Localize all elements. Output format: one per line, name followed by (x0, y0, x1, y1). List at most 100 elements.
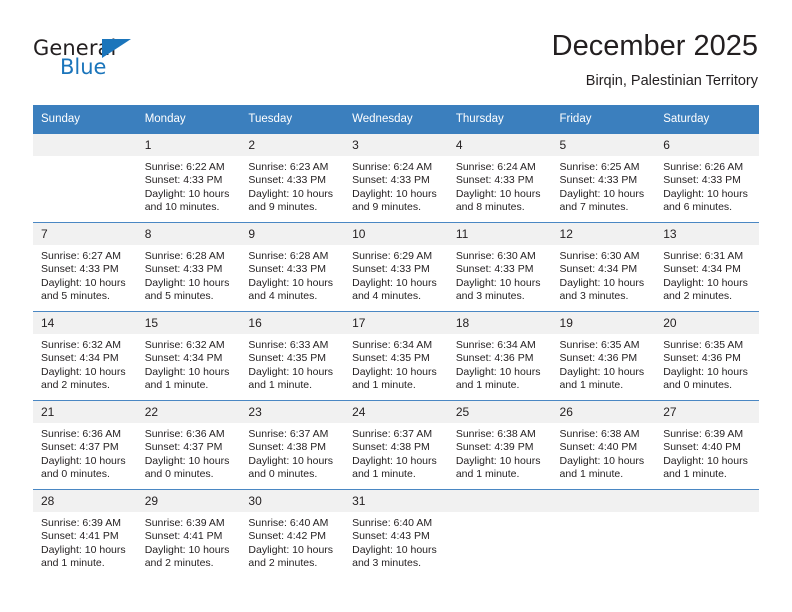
calendar-day-cell-empty (655, 489, 759, 578)
page-header: General Blue December 2025 Birqin, Pales… (0, 0, 792, 104)
calendar-day-cell[interactable]: 16 Sunrise: 6:33 AM Sunset: 4:35 PM Dayligh… (240, 311, 345, 401)
day-daylight-text: and 3 minutes. (559, 290, 629, 303)
day-daylight-text: Daylight: 10 hours (455, 365, 541, 378)
calendar-day-cell[interactable]: 11 Sunrise: 6:30 AM Sunset: 4:33 PM Dayligh… (447, 222, 552, 312)
day-box: 31 Sunrise: 6:40 AM Sunset: 4:43 PM Dayligh… (344, 490, 448, 578)
day-number: 28 (33, 490, 137, 512)
calendar-day-cell[interactable]: 27 Sunrise: 6:39 AM Sunset: 4:40 PM Dayligh… (655, 400, 759, 490)
day-daylight-text: and 1 minute. (663, 468, 727, 481)
weekday-header-thursday: Thursday (447, 105, 552, 134)
calendar-day-cell-empty (33, 134, 137, 223)
day-box: 26 Sunrise: 6:38 AM Sunset: 4:40 PM Dayligh… (551, 401, 656, 489)
day-sun-info: Sunrise: 6:26 AM Sunset: 4:33 PM Daylight:… (655, 156, 759, 215)
day-sunset-text: Sunset: 4:41 PM (41, 530, 119, 543)
day-sun-info: Sunrise: 6:37 AM Sunset: 4:38 PM Daylight:… (240, 423, 344, 482)
day-sun-info: Sunrise: 6:25 AM Sunset: 4:33 PM Daylight:… (552, 156, 656, 215)
day-sunrise-text: Sunrise: 6:30 AM (559, 250, 640, 262)
day-sunset-text: Sunset: 4:33 PM (144, 174, 223, 187)
day-daylight-text: Daylight: 10 hours (352, 454, 437, 467)
calendar-day-cell[interactable]: 8 Sunrise: 6:28 AM Sunset: 4:33 PM Daylight… (136, 222, 241, 312)
calendar-day-cell[interactable]: 21 Sunrise: 6:36 AM Sunset: 4:37 PM Dayligh… (33, 400, 137, 490)
day-box: 1 Sunrise: 6:22 AM Sunset: 4:33 PM Daylight… (136, 134, 241, 222)
day-number: 16 (240, 312, 345, 334)
day-box: 27 Sunrise: 6:39 AM Sunset: 4:40 PM Dayligh… (655, 401, 759, 489)
day-box: 14 Sunrise: 6:32 AM Sunset: 4:34 PM Dayligh… (33, 312, 137, 400)
calendar-day-cell[interactable]: 14 Sunrise: 6:32 AM Sunset: 4:34 PM Dayligh… (33, 311, 137, 401)
day-sun-info: Sunrise: 6:39 AM Sunset: 4:41 PM Daylight:… (33, 512, 137, 571)
day-daylight-text: and 1 minute. (352, 379, 416, 392)
day-sunrise-text: Sunrise: 6:39 AM (41, 517, 121, 529)
day-box: 7 Sunrise: 6:27 AM Sunset: 4:33 PM Daylight… (33, 223, 137, 311)
day-daylight-text: Daylight: 10 hours (144, 276, 230, 289)
calendar-day-cell[interactable]: 13 Sunrise: 6:31 AM Sunset: 4:34 PM Dayligh… (655, 222, 759, 312)
day-number: 7 (33, 223, 137, 245)
calendar-day-cell[interactable]: 15 Sunrise: 6:32 AM Sunset: 4:34 PM Dayligh… (136, 311, 241, 401)
day-daylight-text: and 9 minutes. (248, 201, 318, 214)
day-sun-info: Sunrise: 6:37 AM Sunset: 4:38 PM Daylight:… (344, 423, 448, 482)
day-box (551, 490, 656, 578)
calendar-day-cell[interactable]: 22 Sunrise: 6:36 AM Sunset: 4:37 PM Dayligh… (136, 400, 241, 490)
calendar-day-cell[interactable]: 31 Sunrise: 6:40 AM Sunset: 4:43 PM Dayligh… (344, 489, 448, 578)
day-sun-info: Sunrise: 6:29 AM Sunset: 4:33 PM Daylight:… (344, 245, 448, 304)
day-box: 17 Sunrise: 6:34 AM Sunset: 4:35 PM Dayligh… (344, 312, 448, 400)
calendar-day-cell[interactable]: 19 Sunrise: 6:35 AM Sunset: 4:36 PM Dayligh… (551, 311, 656, 401)
calendar-day-cell[interactable]: 2 Sunrise: 6:23 AM Sunset: 4:33 PM Daylight… (240, 134, 345, 223)
day-number: 5 (551, 134, 656, 156)
calendar-day-cell[interactable]: 10 Sunrise: 6:29 AM Sunset: 4:33 PM Dayligh… (344, 222, 448, 312)
day-box: 6 Sunrise: 6:26 AM Sunset: 4:33 PM Daylight… (655, 134, 759, 222)
day-daylight-text: and 1 minute. (248, 379, 313, 392)
sunrise-sunset-calendar: Sunday Monday Tuesday Wednesday Thursday Frid… (33, 105, 759, 578)
calendar-week-row: 21 Sunrise: 6:36 AM Sunset: 4:37 PM Dayligh… (33, 400, 759, 490)
day-daylight-text: Daylight: 10 hours (663, 454, 748, 467)
calendar-day-cell[interactable]: 24 Sunrise: 6:37 AM Sunset: 4:38 PM Dayligh… (344, 400, 448, 490)
calendar-week-row: 28 Sunrise: 6:39 AM Sunset: 4:41 PM Dayligh… (33, 489, 759, 578)
day-sunset-text: Sunset: 4:42 PM (248, 530, 327, 543)
day-sunrise-text: Sunrise: 6:40 AM (248, 517, 329, 529)
day-sun-info: Sunrise: 6:38 AM Sunset: 4:39 PM Daylight:… (448, 423, 552, 482)
day-daylight-text: and 0 minutes. (663, 379, 733, 392)
calendar-day-cell[interactable]: 12 Sunrise: 6:30 AM Sunset: 4:34 PM Dayligh… (551, 222, 656, 312)
calendar-day-cell[interactable]: 6 Sunrise: 6:26 AM Sunset: 4:33 PM Daylight… (655, 134, 759, 223)
day-box (33, 134, 137, 222)
general-blue-logo[interactable]: General Blue (33, 36, 193, 86)
day-sun-info: Sunrise: 6:35 AM Sunset: 4:36 PM Daylight:… (655, 334, 759, 393)
day-number: 15 (136, 312, 241, 334)
calendar-day-cell[interactable]: 1 Sunrise: 6:22 AM Sunset: 4:33 PM Daylight… (136, 134, 241, 223)
day-sunrise-text: Sunrise: 6:39 AM (144, 517, 225, 529)
calendar-day-cell[interactable]: 9 Sunrise: 6:28 AM Sunset: 4:33 PM Daylight… (240, 222, 345, 312)
day-sunrise-text: Sunrise: 6:26 AM (663, 161, 744, 173)
day-box: 4 Sunrise: 6:24 AM Sunset: 4:33 PM Daylight… (447, 134, 552, 222)
day-sunrise-text: Sunrise: 6:38 AM (455, 428, 536, 440)
day-number (33, 134, 137, 156)
calendar-day-cell[interactable]: 30 Sunrise: 6:40 AM Sunset: 4:42 PM Dayligh… (240, 489, 345, 578)
day-box: 13 Sunrise: 6:31 AM Sunset: 4:34 PM Dayligh… (655, 223, 759, 311)
day-number (447, 490, 552, 512)
day-sun-info: Sunrise: 6:39 AM Sunset: 4:40 PM Daylight:… (655, 423, 759, 482)
day-sunset-text: Sunset: 4:37 PM (144, 441, 223, 454)
day-sunrise-text: Sunrise: 6:38 AM (559, 428, 640, 440)
day-daylight-text: Daylight: 10 hours (352, 187, 437, 200)
calendar-day-cell[interactable]: 5 Sunrise: 6:25 AM Sunset: 4:33 PM Daylight… (551, 134, 656, 223)
calendar-day-cell[interactable]: 4 Sunrise: 6:24 AM Sunset: 4:33 PM Daylight… (447, 134, 552, 223)
calendar-week-row: 1 Sunrise: 6:22 AM Sunset: 4:33 PM Daylight… (33, 134, 759, 223)
calendar-day-cell[interactable]: 28 Sunrise: 6:39 AM Sunset: 4:41 PM Dayligh… (33, 489, 137, 578)
day-sun-info: Sunrise: 6:28 AM Sunset: 4:33 PM Daylight:… (137, 245, 241, 304)
calendar-day-cell[interactable]: 18 Sunrise: 6:34 AM Sunset: 4:36 PM Dayligh… (447, 311, 552, 401)
calendar-day-cell[interactable]: 7 Sunrise: 6:27 AM Sunset: 4:33 PM Daylight… (33, 222, 137, 312)
calendar-day-cell[interactable]: 17 Sunrise: 6:34 AM Sunset: 4:35 PM Dayligh… (344, 311, 448, 401)
calendar-day-cell[interactable]: 20 Sunrise: 6:35 AM Sunset: 4:36 PM Dayligh… (655, 311, 759, 401)
calendar-day-cell[interactable]: 25 Sunrise: 6:38 AM Sunset: 4:39 PM Dayligh… (447, 400, 552, 490)
day-number: 21 (33, 401, 137, 423)
day-box: 8 Sunrise: 6:28 AM Sunset: 4:33 PM Daylight… (136, 223, 241, 311)
calendar-day-cell[interactable]: 3 Sunrise: 6:24 AM Sunset: 4:33 PM Daylight… (344, 134, 448, 223)
calendar-day-cell[interactable]: 23 Sunrise: 6:37 AM Sunset: 4:38 PM Dayligh… (240, 400, 345, 490)
day-sunset-text: Sunset: 4:38 PM (248, 441, 327, 454)
day-daylight-text: Daylight: 10 hours (41, 365, 126, 378)
day-daylight-text: Daylight: 10 hours (352, 276, 437, 289)
calendar-day-cell[interactable]: 29 Sunrise: 6:39 AM Sunset: 4:41 PM Dayligh… (136, 489, 241, 578)
day-box: 5 Sunrise: 6:25 AM Sunset: 4:33 PM Daylight… (551, 134, 656, 222)
page-title: December 2025 (551, 30, 758, 62)
day-sunrise-text: Sunrise: 6:24 AM (352, 161, 433, 173)
calendar-day-cell[interactable]: 26 Sunrise: 6:38 AM Sunset: 4:40 PM Dayligh… (551, 400, 656, 490)
day-daylight-text: Daylight: 10 hours (248, 454, 334, 467)
